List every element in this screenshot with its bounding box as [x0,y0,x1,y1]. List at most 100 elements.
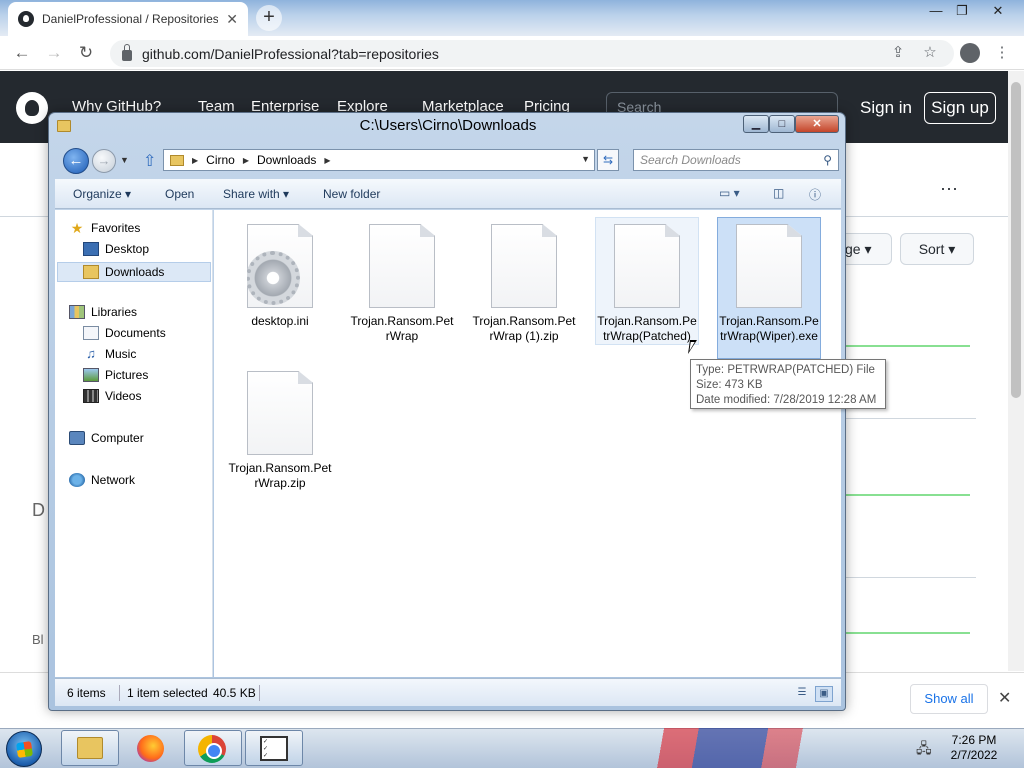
breadcrumb-downloads[interactable]: Downloads [257,153,316,167]
tree-favorites[interactable]: ★ Favorites [69,220,141,236]
menu-kebab-icon[interactable]: ⋮ [992,43,1012,61]
wallpaper-peek [560,728,900,768]
tab-close-icon[interactable]: ✕ [226,11,238,28]
firefox-icon [137,735,164,762]
explorer-close-button[interactable]: ✕ [795,115,839,133]
tree-label: Downloads [105,265,165,279]
breadcrumb-cirno[interactable]: Cirno [206,153,235,167]
explorer-search-input[interactable]: Search Downloads ⚲ [633,149,839,171]
sort-button[interactable]: Sort ▾ [900,233,974,265]
selection-count: 1 item selected [127,686,208,700]
tree-documents[interactable]: Documents [83,326,166,340]
breadcrumb-separator-icon[interactable]: ▶ [324,156,330,165]
music-note-icon: ♫ [86,346,96,361]
blank-file-icon [614,224,680,308]
tree-videos[interactable]: Videos [83,389,141,403]
change-view-icon[interactable]: ▭ ▾ [719,186,740,200]
url-text: github.com/DanielProfessional?tab=reposi… [142,45,439,62]
documents-icon [83,326,99,340]
back-arrow-icon[interactable]: ← [10,41,34,65]
divider [846,418,976,419]
downloads-bar-close-icon[interactable]: ✕ [998,688,1011,708]
language-filter-label: ge [845,241,861,257]
tree-label: Videos [105,389,142,403]
breadcrumb-separator-icon[interactable]: ▶ [243,156,249,165]
large-icons-view-icon[interactable]: ▣ [815,686,833,702]
tree-desktop[interactable]: Desktop [83,242,149,256]
tree-label: Network [91,473,136,487]
refresh-icon[interactable]: ⇆ [597,149,619,171]
forward-arrow-icon[interactable]: → [92,149,116,173]
browser-toolbar: ← → ↻ github.com/DanielProfessional?tab=… [0,36,1024,70]
organize-button[interactable]: Organize ▾ [73,187,131,201]
file-item[interactable]: desktop.ini [228,218,332,329]
tree-network[interactable]: Network [69,473,135,487]
tree-downloads[interactable]: Downloads [57,262,211,282]
scrollbar-thumb[interactable] [1011,82,1021,398]
file-name: Trojan.Ransom.PetrWrap(Wiper).exe [719,314,819,343]
lock-icon [122,44,132,61]
preview-pane-icon[interactable]: ◫ [773,186,784,200]
clock-time: 7:26 PM [951,733,997,747]
file-item[interactable]: Trojan.Ransom.PetrWrap [350,218,454,344]
file-item-selected[interactable]: Trojan.Ransom.PetrWrap(Wiper).exe [717,217,821,359]
bookmark-star-icon[interactable]: ☆ [920,43,940,61]
computer-icon [69,431,85,445]
new-folder-button[interactable]: New folder [323,187,380,201]
network-tray-icon[interactable]: 🖧 [916,738,932,762]
file-name: Trojan.Ransom.PetrWrap(Patched) [597,314,697,343]
checklist-icon [260,736,288,761]
sign-up-button[interactable]: Sign up [924,92,996,124]
tree-label: Desktop [105,242,150,256]
profile-avatar[interactable] [960,43,980,63]
tree-libraries[interactable]: Libraries [69,305,137,319]
sign-in-link[interactable]: Sign in [860,98,912,118]
browser-tab[interactable]: DanielProfessional / Repositories ✕ [8,2,248,36]
language-filter-button[interactable]: ge ▾ [840,233,892,265]
sort-label: Sort [918,241,945,257]
star-icon: ★ [70,220,84,236]
breadcrumb-separator-icon[interactable]: ▶ [192,156,198,165]
github-favicon-icon [18,11,34,27]
search-placeholder: Search Downloads [640,153,741,167]
profile-name-fragment: D [32,500,45,520]
tree-label: Favorites [91,221,141,235]
explorer-maximize-button[interactable]: □ [769,115,795,133]
explorer-address-bar[interactable]: ▶ Cirno ▶ Downloads ▶ ▼ [163,149,595,171]
show-all-downloads-button[interactable]: Show all [910,684,988,714]
file-item[interactable]: Trojan.Ransom.PetrWrap.zip [228,365,332,491]
close-button[interactable]: ✕ [984,2,1012,22]
command-bar: Organize ▾ Open Share with ▾ New folder … [55,179,841,209]
details-view-icon[interactable]: ☰ [793,686,811,702]
forward-arrow-icon[interactable]: → [42,41,66,65]
share-with-label: Share with [223,187,280,201]
github-logo-icon[interactable] [16,92,48,124]
more-options-icon[interactable]: ··· [940,178,958,199]
share-icon[interactable]: ⇪ [888,43,908,61]
restore-button[interactable]: ❐ [948,2,976,22]
tree-music[interactable]: ♫ Music [83,346,136,362]
recent-pages-dropdown-icon[interactable]: ▼ [120,155,129,165]
back-arrow-icon[interactable]: ← [63,148,89,174]
share-with-button[interactable]: Share with ▾ [223,187,289,201]
tree-pictures[interactable]: Pictures [83,368,148,382]
open-button[interactable]: Open [165,187,194,201]
system-clock[interactable]: 7:26 PM 2/7/2022 [944,733,1004,763]
tree-computer[interactable]: Computer [69,431,144,445]
up-arrow-icon[interactable]: ⇧ [143,151,156,171]
reload-icon[interactable]: ↻ [74,41,98,65]
address-bar[interactable]: github.com/DanielProfessional?tab=reposi… [110,40,954,67]
help-icon[interactable]: ⓘ [809,186,821,203]
file-item-hovered[interactable]: Trojan.Ransom.PetrWrap(Patched) [595,217,699,345]
activity-sparkline [846,632,970,634]
explorer-title: C:\Users\Cirno\Downloads [359,117,537,134]
address-dropdown-icon[interactable]: ▼ [581,154,590,164]
tree-label: Libraries [91,305,138,319]
file-name: Trojan.Ransom.PetrWrap [350,314,454,343]
explorer-minimize-button[interactable]: ▁ [743,115,769,133]
search-icon[interactable]: ⚲ [823,150,832,170]
start-button[interactable] [6,731,42,767]
new-tab-button[interactable]: + [256,5,282,31]
file-item[interactable]: Trojan.Ransom.PetrWrap (1).zip [472,218,576,344]
minimize-button[interactable]: — [922,2,950,22]
